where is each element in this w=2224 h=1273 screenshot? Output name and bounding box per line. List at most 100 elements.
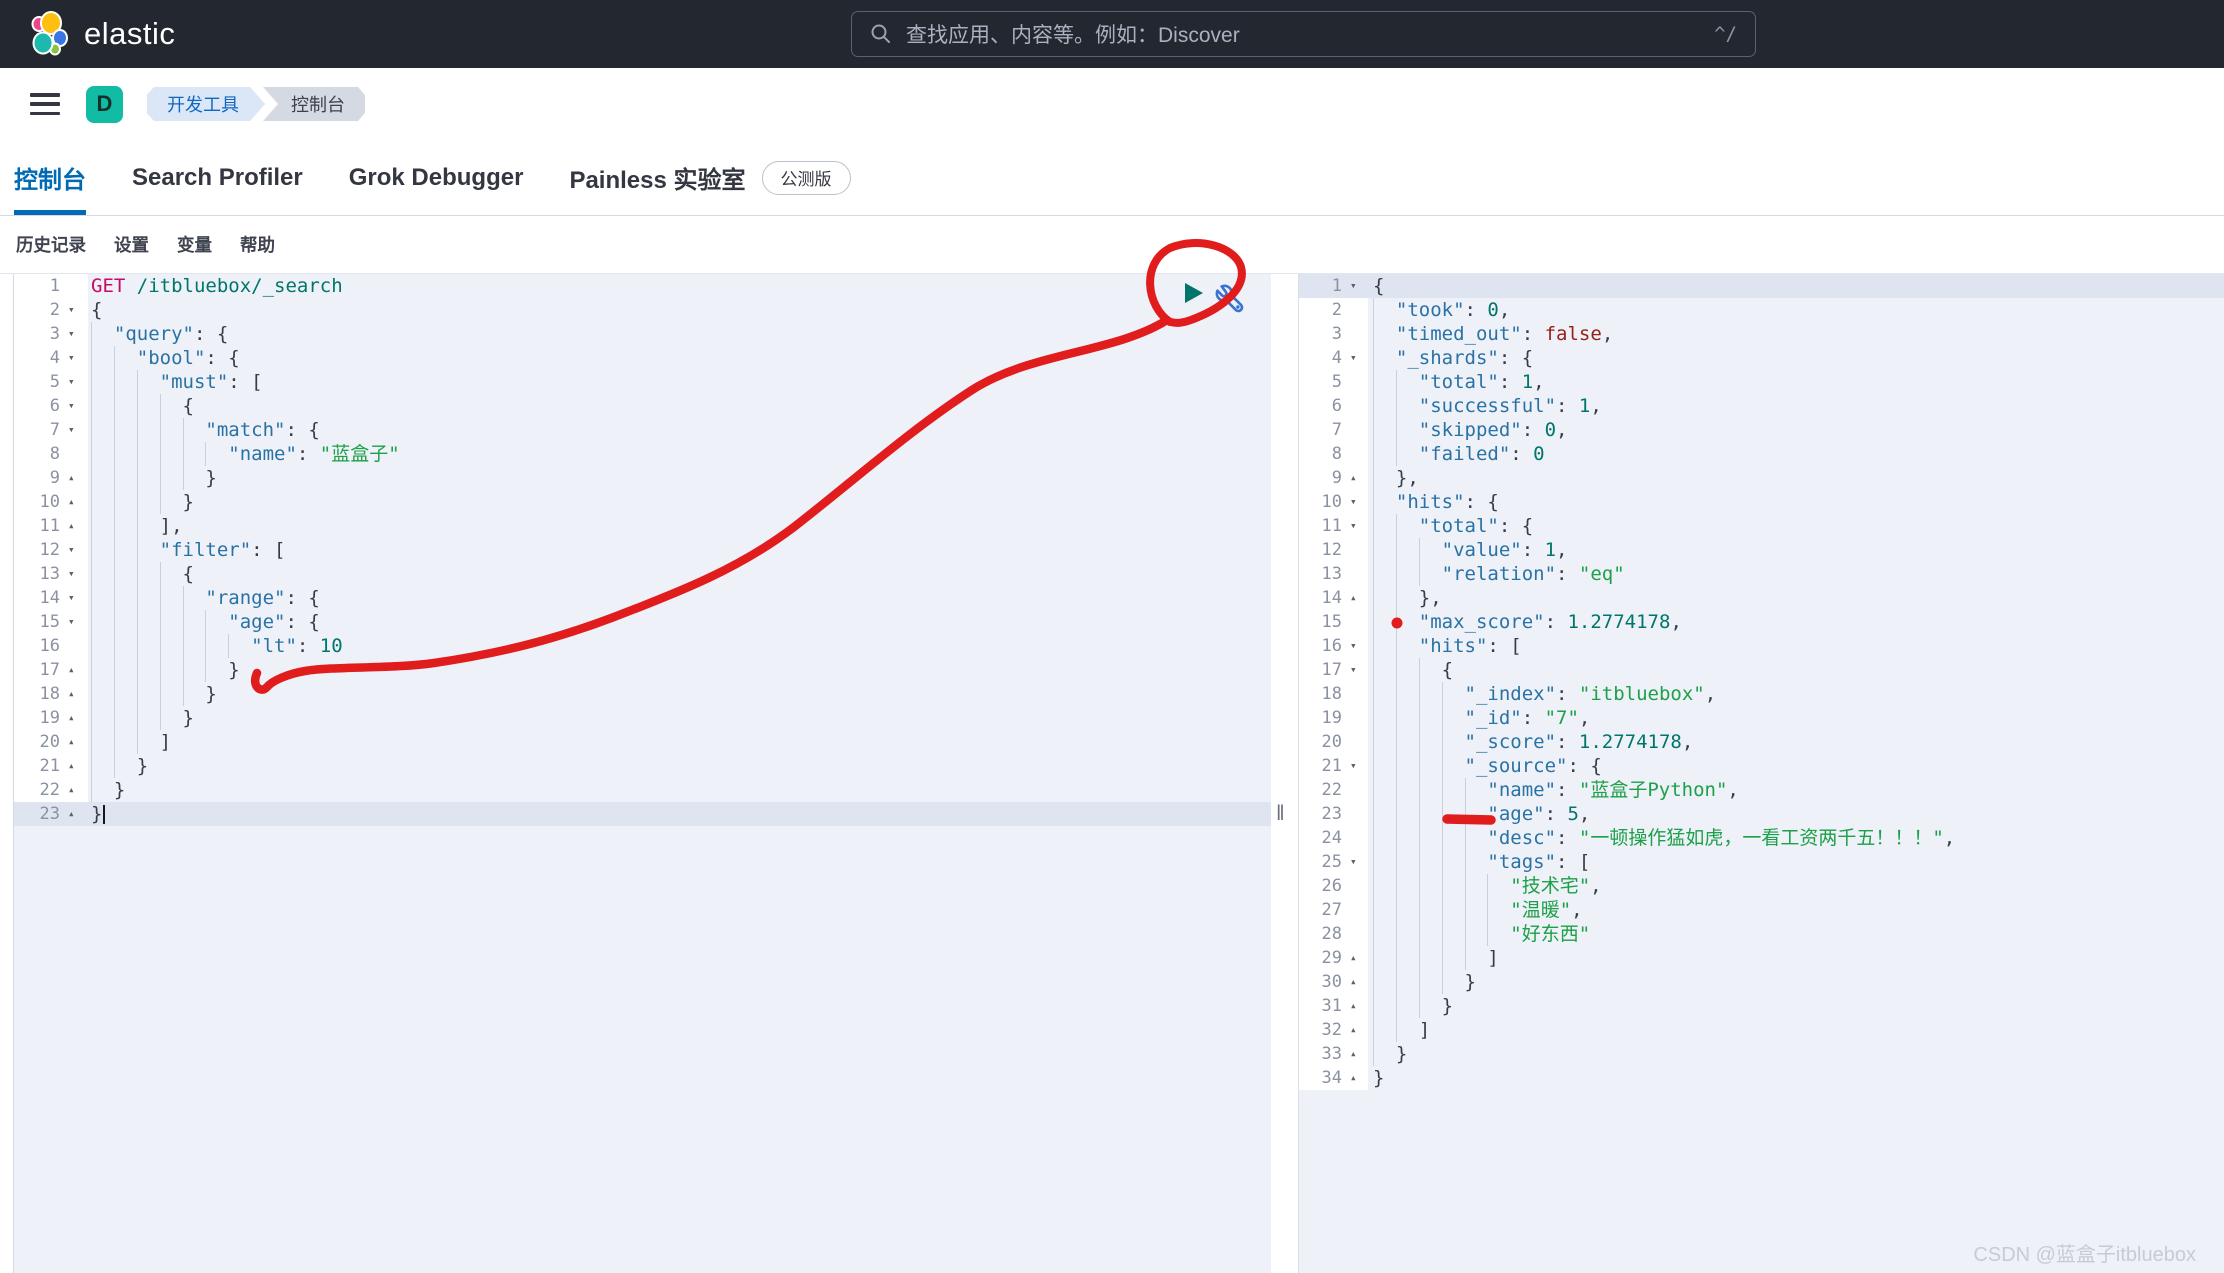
fold-toggle-icon[interactable]: ▾ — [64, 610, 88, 634]
response-code-line[interactable]: 9▴}, — [1299, 466, 2224, 490]
deployment-badge[interactable]: D — [86, 86, 123, 123]
response-code-line[interactable]: 23"age": 5, — [1299, 802, 2224, 826]
request-code-line[interactable]: 2▾{ — [14, 298, 1271, 322]
response-code-line[interactable]: 10▾"hits": { — [1299, 490, 2224, 514]
response-code-line[interactable]: 33▴} — [1299, 1042, 2224, 1066]
response-code-line[interactable]: 4▾"_shards": { — [1299, 346, 2224, 370]
tab-console[interactable]: 控制台 — [14, 140, 86, 215]
response-code-line[interactable]: 32▴] — [1299, 1018, 2224, 1042]
fold-toggle-icon[interactable]: ▴ — [64, 658, 88, 682]
wrench-icon[interactable] — [1214, 283, 1246, 315]
response-viewer[interactable]: 1▾{2"took": 0,3"timed_out": false,4▾"_sh… — [1298, 274, 2224, 1273]
response-code-line[interactable]: 12"value": 1, — [1299, 538, 2224, 562]
request-code-line[interactable]: 21▴} — [14, 754, 1271, 778]
request-code-line[interactable]: 3▾"query": { — [14, 322, 1271, 346]
fold-toggle-icon[interactable]: ▴ — [64, 730, 88, 754]
breadcrumb-item-dev-tools[interactable]: 开发工具 — [147, 87, 265, 121]
fold-toggle-icon[interactable]: ▾ — [64, 562, 88, 586]
response-code-line[interactable]: 14▴}, — [1299, 586, 2224, 610]
fold-toggle-icon[interactable]: ▴ — [64, 682, 88, 706]
tab-grok-debugger[interactable]: Grok Debugger — [349, 140, 524, 215]
response-code-line[interactable]: 2"took": 0, — [1299, 298, 2224, 322]
settings-button[interactable]: 设置 — [114, 232, 149, 257]
fold-toggle-icon[interactable]: ▴ — [1346, 946, 1368, 970]
fold-toggle-icon[interactable]: ▴ — [64, 466, 88, 490]
fold-toggle-icon[interactable]: ▾ — [64, 322, 88, 346]
fold-toggle-icon[interactable]: ▴ — [64, 490, 88, 514]
fold-toggle-icon[interactable]: ▴ — [64, 778, 88, 802]
response-code-line[interactable]: 28"好东西" — [1299, 922, 2224, 946]
fold-toggle-icon[interactable]: ▴ — [1346, 1018, 1368, 1042]
response-code-line[interactable]: 20"_score": 1.2774178, — [1299, 730, 2224, 754]
request-code-line[interactable]: 1GET /itbluebox/_search — [14, 274, 1271, 298]
request-code-line[interactable]: 7▾"match": { — [14, 418, 1271, 442]
response-code-line[interactable]: 11▾"total": { — [1299, 514, 2224, 538]
fold-toggle-icon[interactable]: ▾ — [64, 538, 88, 562]
fold-toggle-icon[interactable]: ▴ — [64, 514, 88, 538]
response-code-line[interactable]: 19"_id": "7", — [1299, 706, 2224, 730]
request-code-line[interactable]: 20▴] — [14, 730, 1271, 754]
response-code-line[interactable]: 5"total": 1, — [1299, 370, 2224, 394]
tab-painless-lab[interactable]: Painless 实验室 — [569, 140, 745, 215]
request-code-line[interactable]: 11▴], — [14, 514, 1271, 538]
fold-toggle-icon[interactable]: ▾ — [1346, 634, 1368, 658]
response-code-line[interactable]: 15"max_score": 1.2774178, — [1299, 610, 2224, 634]
request-code-line[interactable]: 16"lt": 10 — [14, 634, 1271, 658]
request-code-line[interactable]: 23▴} — [14, 802, 1271, 826]
fold-toggle-icon[interactable]: ▾ — [64, 418, 88, 442]
response-code-line[interactable]: 18"_index": "itbluebox", — [1299, 682, 2224, 706]
response-code-line[interactable]: 25▾"tags": [ — [1299, 850, 2224, 874]
tab-search-profiler[interactable]: Search Profiler — [132, 140, 303, 215]
response-code-line[interactable]: 8"failed": 0 — [1299, 442, 2224, 466]
request-code-line[interactable]: 5▾"must": [ — [14, 370, 1271, 394]
fold-toggle-icon[interactable]: ▾ — [64, 370, 88, 394]
request-code-line[interactable]: 13▾{ — [14, 562, 1271, 586]
response-code-line[interactable]: 13"relation": "eq" — [1299, 562, 2224, 586]
variables-button[interactable]: 变量 — [177, 232, 212, 257]
fold-toggle-icon[interactable]: ▾ — [64, 586, 88, 610]
response-code-line[interactable]: 31▴} — [1299, 994, 2224, 1018]
help-button[interactable]: 帮助 — [240, 232, 275, 257]
fold-toggle-icon[interactable]: ▴ — [1346, 1042, 1368, 1066]
fold-toggle-icon[interactable]: ▾ — [64, 346, 88, 370]
request-code-line[interactable]: 15▾"age": { — [14, 610, 1271, 634]
request-code-line[interactable]: 4▾"bool": { — [14, 346, 1271, 370]
response-code-line[interactable]: 26"技术宅", — [1299, 874, 2224, 898]
fold-toggle-icon[interactable]: ▴ — [1346, 970, 1368, 994]
response-code-line[interactable]: 27"温暖", — [1299, 898, 2224, 922]
menu-icon[interactable] — [30, 93, 60, 115]
request-code-line[interactable]: 6▾{ — [14, 394, 1271, 418]
fold-toggle-icon[interactable]: ▾ — [64, 298, 88, 322]
response-code-line[interactable]: 22"name": "蓝盒子Python", — [1299, 778, 2224, 802]
response-code-line[interactable]: 1▾{ — [1299, 274, 2224, 298]
fold-toggle-icon[interactable]: ▴ — [64, 802, 88, 826]
history-button[interactable]: 历史记录 — [16, 232, 86, 257]
response-code-line[interactable]: 3"timed_out": false, — [1299, 322, 2224, 346]
request-code-line[interactable]: 17▴} — [14, 658, 1271, 682]
fold-toggle-icon[interactable]: ▴ — [1346, 994, 1368, 1018]
fold-toggle-icon[interactable]: ▾ — [1346, 754, 1368, 778]
fold-toggle-icon[interactable]: ▾ — [1346, 274, 1368, 298]
request-code-line[interactable]: 9▴} — [14, 466, 1271, 490]
fold-toggle-icon[interactable]: ▴ — [1346, 1066, 1368, 1090]
panel-resize-handle[interactable]: ‖ — [1276, 802, 1285, 826]
fold-toggle-icon[interactable]: ▴ — [64, 754, 88, 778]
response-code-line[interactable]: 16▾"hits": [ — [1299, 634, 2224, 658]
fold-toggle-icon[interactable]: ▾ — [1346, 850, 1368, 874]
response-code-line[interactable]: 29▴] — [1299, 946, 2224, 970]
response-code-line[interactable]: 34▴} — [1299, 1066, 2224, 1090]
fold-toggle-icon[interactable]: ▾ — [1346, 490, 1368, 514]
fold-toggle-icon[interactable]: ▾ — [64, 394, 88, 418]
response-code-line[interactable]: 17▾{ — [1299, 658, 2224, 682]
response-code-line[interactable]: 7"skipped": 0, — [1299, 418, 2224, 442]
response-code-line[interactable]: 30▴} — [1299, 970, 2224, 994]
response-code-line[interactable]: 21▾"_source": { — [1299, 754, 2224, 778]
request-code-line[interactable]: 18▴} — [14, 682, 1271, 706]
request-code-line[interactable]: 8"name": "蓝盒子" — [14, 442, 1271, 466]
fold-toggle-icon[interactable]: ▴ — [64, 706, 88, 730]
response-code-line[interactable]: 6"successful": 1, — [1299, 394, 2224, 418]
request-code-line[interactable]: 22▴} — [14, 778, 1271, 802]
response-code-line[interactable]: 24"desc": "一顿操作猛如虎，一看工资两千五！！！", — [1299, 826, 2224, 850]
request-code-line[interactable]: 12▾"filter": [ — [14, 538, 1271, 562]
elastic-brand[interactable]: elastic — [26, 11, 175, 57]
